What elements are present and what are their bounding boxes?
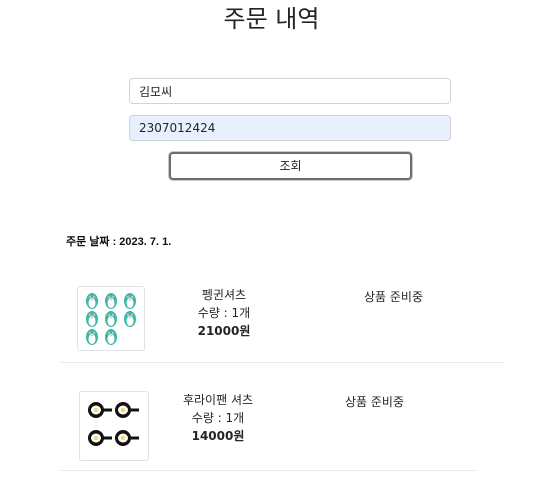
penguin-pattern-icon <box>86 293 136 345</box>
product-thumbnail-penguin-shirt[interactable] <box>77 286 145 351</box>
frying-pan-pattern-icon <box>88 402 139 446</box>
phone-input[interactable] <box>129 115 451 141</box>
item-divider <box>60 362 504 363</box>
product-price: 14000원 <box>191 429 245 443</box>
product-quantity: 수량 : 1개 <box>191 411 245 425</box>
order-item-info: 펭귄셔츠 수량 : 1개 21000원 <box>176 286 272 340</box>
page-title: 주문 내역 <box>223 5 320 33</box>
product-price: 21000원 <box>197 324 251 338</box>
name-input[interactable] <box>129 78 451 104</box>
product-quantity: 수량 : 1개 <box>197 306 251 320</box>
order-item-info: 후라이팬 셔츠 수량 : 1개 14000원 <box>168 391 268 445</box>
item-divider <box>60 470 478 471</box>
order-status: 상품 준비중 <box>345 395 405 409</box>
order-status: 상품 준비중 <box>364 290 424 304</box>
search-button[interactable]: 조회 <box>169 152 412 180</box>
product-name[interactable]: 펭귄셔츠 <box>176 286 272 304</box>
product-thumbnail-fryingpan-shirt[interactable] <box>79 391 149 461</box>
product-name[interactable]: 후라이팬 셔츠 <box>168 391 268 409</box>
order-date: 주문 날짜 : 2023. 7. 1. <box>66 236 172 248</box>
